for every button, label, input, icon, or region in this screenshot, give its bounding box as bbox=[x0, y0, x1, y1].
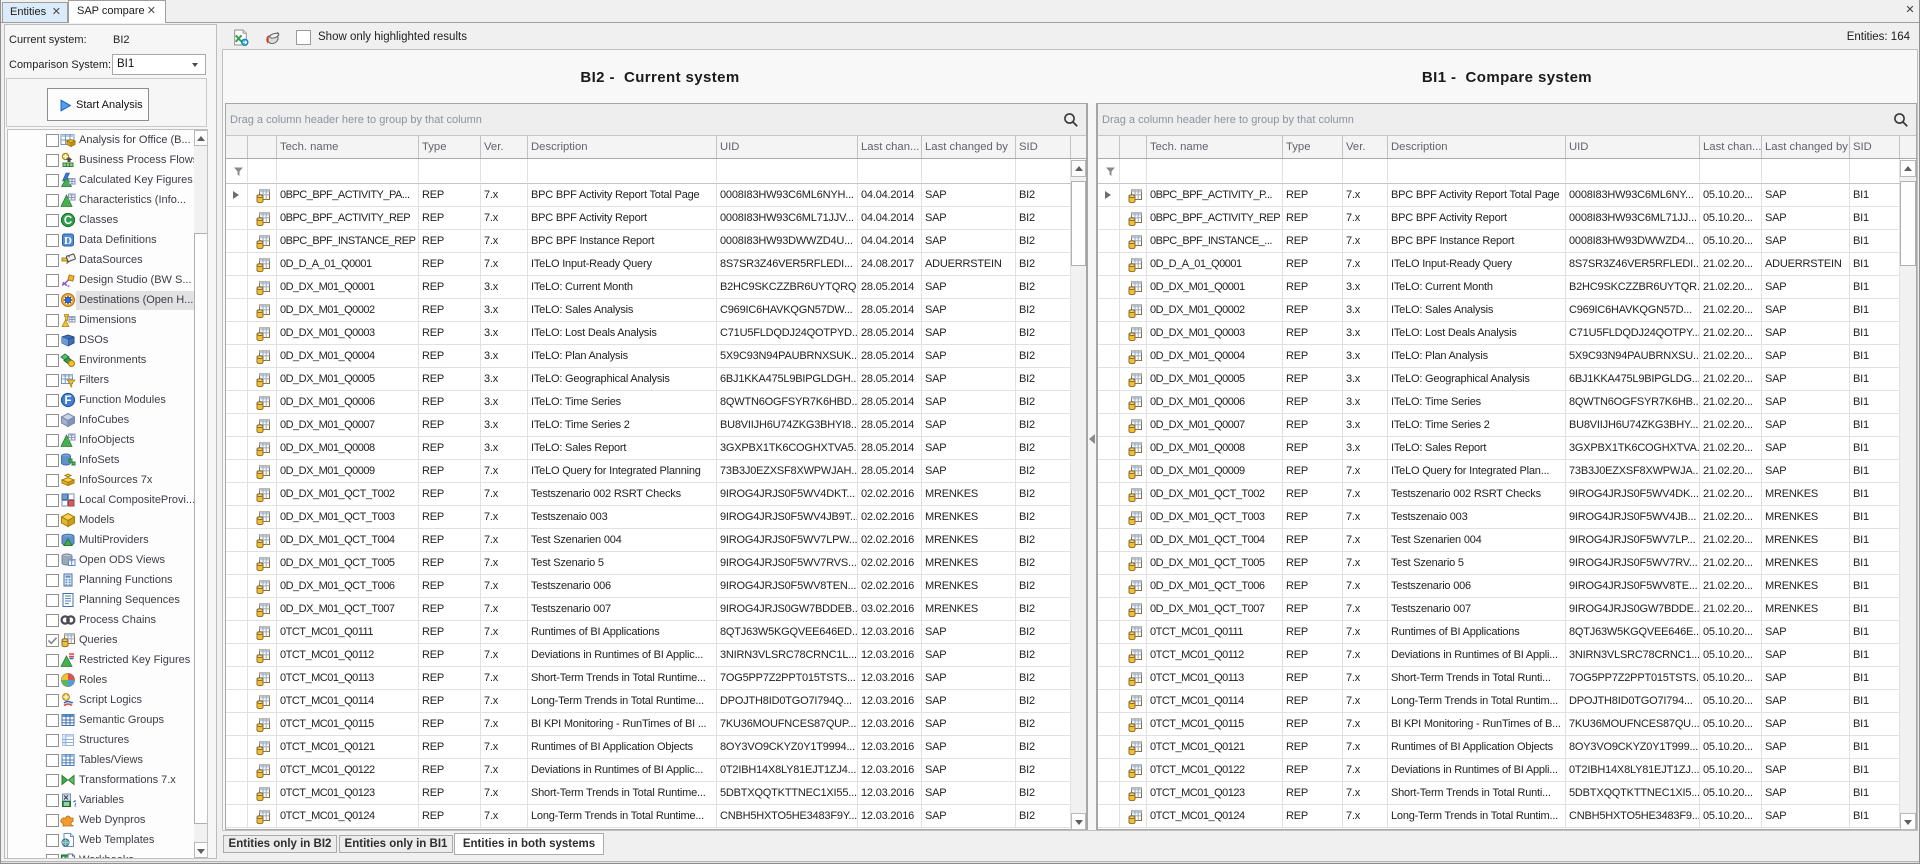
svg-text:C: C bbox=[64, 215, 72, 227]
svg-text:F: F bbox=[64, 395, 71, 407]
svg-text:?: ? bbox=[73, 799, 76, 809]
svg-text:D: D bbox=[64, 235, 72, 247]
